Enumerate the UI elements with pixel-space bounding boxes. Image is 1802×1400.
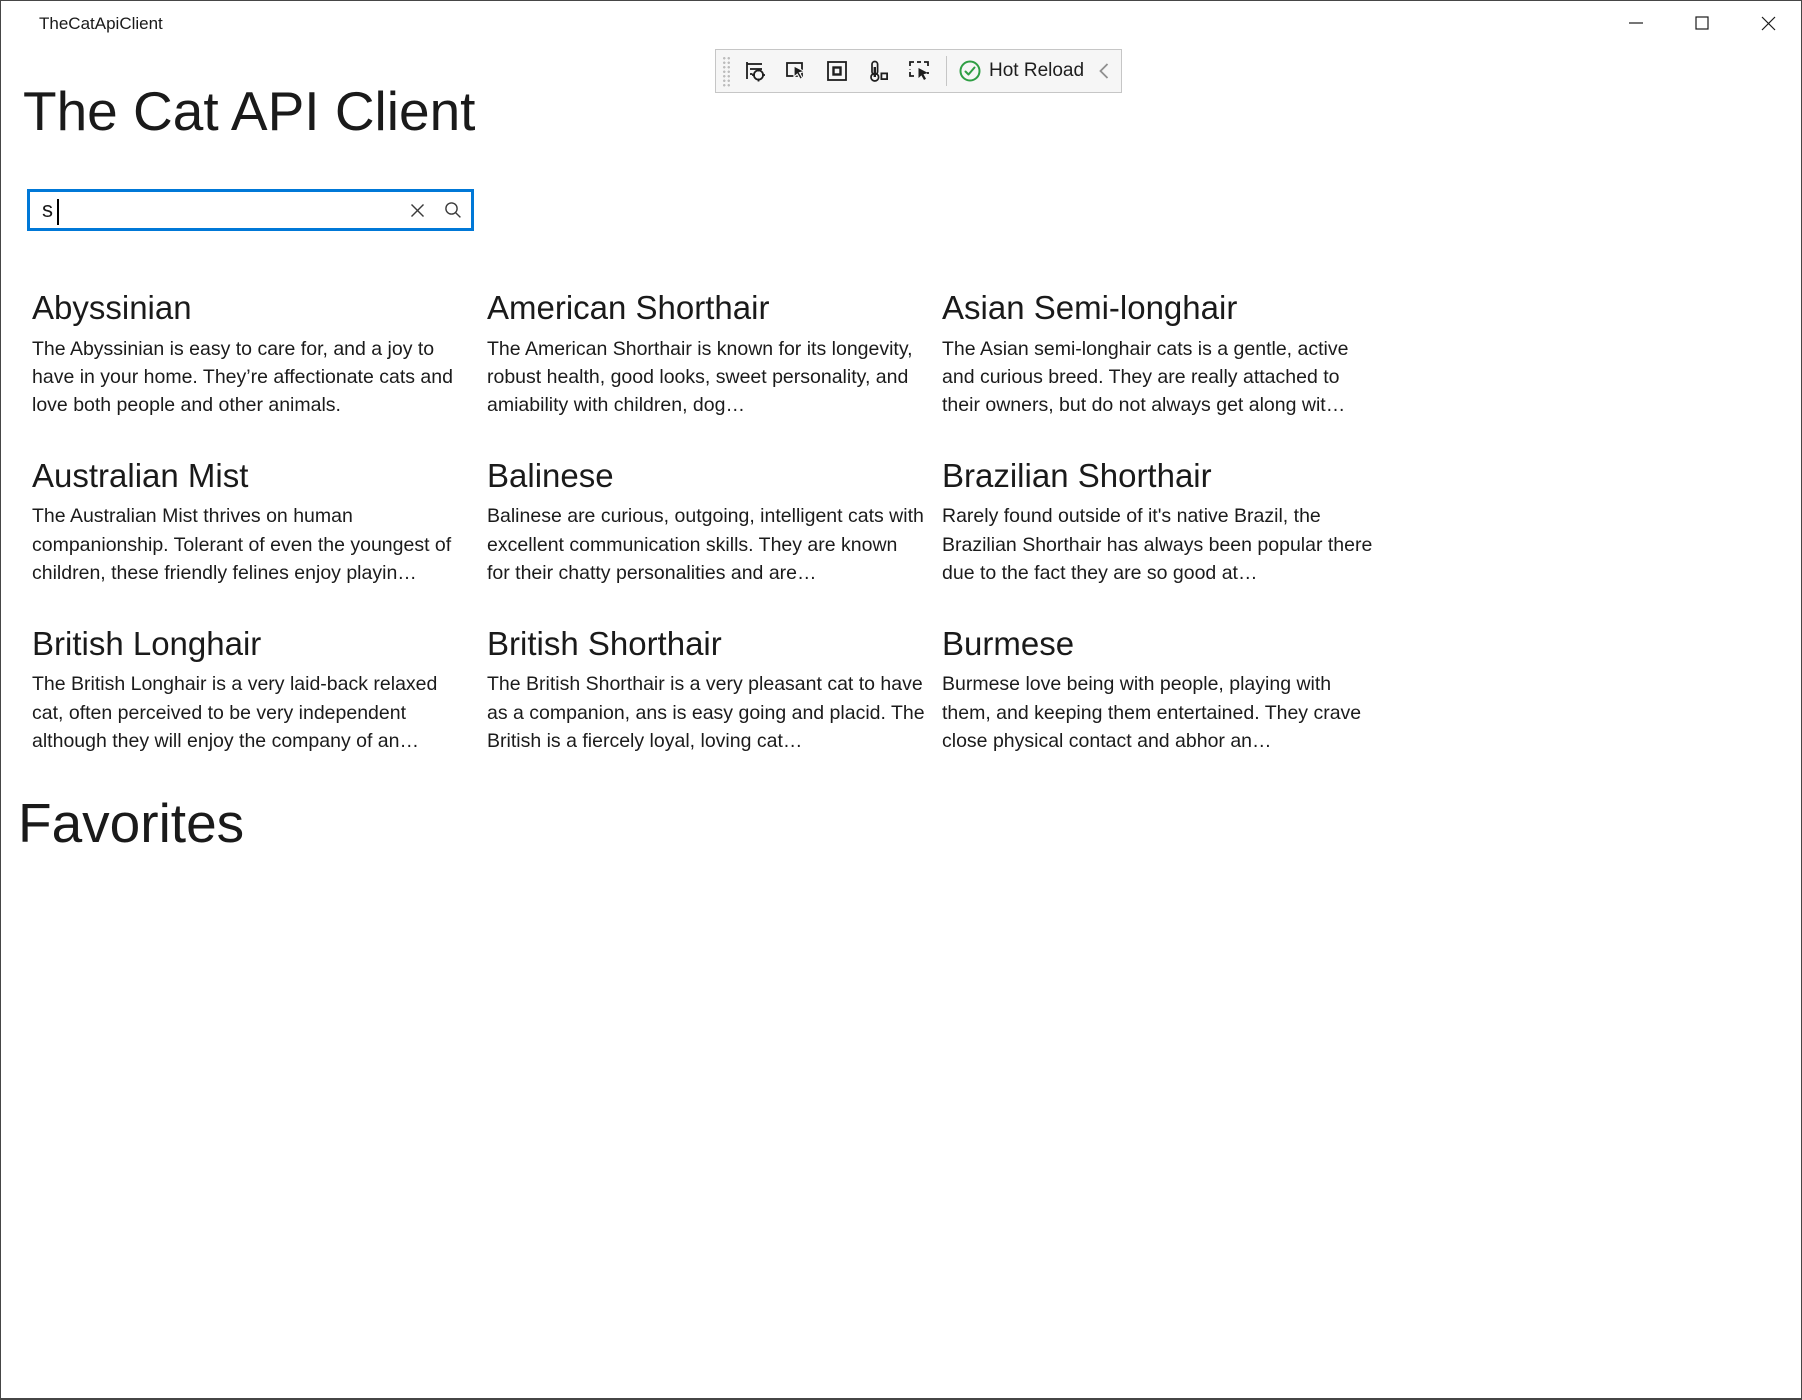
- breed-card[interactable]: Abyssinian The Abyssinian is easy to car…: [32, 288, 472, 420]
- toolbar-grip[interactable]: [721, 55, 730, 87]
- debug-toolbar: Hot Reload: [715, 49, 1122, 93]
- thermometer-icon: [865, 58, 891, 84]
- collapse-chevron-icon: [1097, 61, 1111, 81]
- breed-name: Australian Mist: [32, 456, 472, 496]
- breed-name: British Longhair: [32, 624, 472, 664]
- clear-x-icon: [410, 203, 425, 218]
- breed-name: Asian Semi-longhair: [942, 288, 1382, 328]
- clear-search-button[interactable]: [399, 193, 435, 227]
- search-button[interactable]: [435, 193, 471, 227]
- close-button[interactable]: [1735, 1, 1801, 45]
- breed-description: The British Shorthair is a very pleasant…: [487, 670, 925, 755]
- maximize-button[interactable]: [1669, 1, 1735, 45]
- live-visual-tree-icon: [742, 58, 768, 84]
- breed-description: Rarely found outside of it's native Braz…: [942, 502, 1380, 587]
- enable-selection-button[interactable]: [780, 53, 812, 89]
- breed-description: Burmese love being with people, playing …: [942, 670, 1380, 755]
- breed-name: American Shorthair: [487, 288, 927, 328]
- hot-reload-label: Hot Reload: [989, 60, 1084, 82]
- close-icon: [1760, 15, 1777, 32]
- breed-description: The Australian Mist thrives on human com…: [32, 502, 470, 587]
- breed-card[interactable]: British Shorthair The British Shorthair …: [487, 624, 927, 756]
- live-visual-tree-button[interactable]: [739, 53, 771, 89]
- breed-description: The Asian semi-longhair cats is a gentle…: [942, 335, 1380, 420]
- text-caret: [57, 199, 59, 225]
- minimize-icon: [1628, 15, 1644, 31]
- breed-card[interactable]: Brazilian Shorthair Rarely found outside…: [942, 456, 1382, 588]
- breed-name: Brazilian Shorthair: [942, 456, 1382, 496]
- breed-card[interactable]: British Longhair The British Longhair is…: [32, 624, 472, 756]
- breed-name: Abyssinian: [32, 288, 472, 328]
- breed-description: The Abyssinian is easy to care for, and …: [32, 335, 470, 420]
- layout-adorners-button[interactable]: [821, 53, 853, 89]
- titlebar[interactable]: TheCatApiClient: [1, 1, 1801, 47]
- hot-reload-check-icon: [958, 59, 982, 83]
- toolbar-separator: [946, 56, 947, 86]
- window-title: TheCatApiClient: [39, 14, 163, 34]
- breed-card[interactable]: American Shorthair The American Shorthai…: [487, 288, 927, 420]
- minimize-button[interactable]: [1603, 1, 1669, 45]
- page-title: The Cat API Client: [23, 79, 475, 143]
- element-picker-icon: [906, 58, 932, 84]
- breed-card[interactable]: Burmese Burmese love being with people, …: [942, 624, 1382, 756]
- element-picker-button[interactable]: [903, 53, 935, 89]
- breed-description: Balinese are curious, outgoing, intellig…: [487, 502, 925, 587]
- breed-card[interactable]: Balinese Balinese are curious, outgoing,…: [487, 456, 927, 588]
- hot-reload-settings-button[interactable]: [862, 53, 894, 89]
- favorites-title: Favorites: [18, 791, 244, 855]
- breed-name: British Shorthair: [487, 624, 927, 664]
- breed-name: Balinese: [487, 456, 927, 496]
- breed-card[interactable]: Australian Mist The Australian Mist thri…: [32, 456, 472, 588]
- breed-card[interactable]: Asian Semi-longhair The Asian semi-longh…: [942, 288, 1382, 420]
- breed-name: Burmese: [942, 624, 1382, 664]
- breed-description: The American Shorthair is known for its …: [487, 335, 925, 420]
- breed-description: The British Longhair is a very laid-back…: [32, 670, 470, 755]
- breed-list: Abyssinian The Abyssinian is easy to car…: [32, 288, 1397, 755]
- window-controls: [1603, 1, 1801, 45]
- maximize-icon: [1694, 15, 1710, 31]
- hot-reload-status[interactable]: Hot Reload: [958, 59, 1084, 83]
- search-input[interactable]: [30, 192, 399, 228]
- search-box: [27, 189, 474, 231]
- enable-selection-icon: [783, 58, 809, 84]
- search-icon: [444, 201, 462, 219]
- layout-adorners-icon: [824, 58, 850, 84]
- collapse-toolbar-button[interactable]: [1097, 61, 1111, 81]
- app-window: TheCatApiClient: [0, 0, 1802, 1400]
